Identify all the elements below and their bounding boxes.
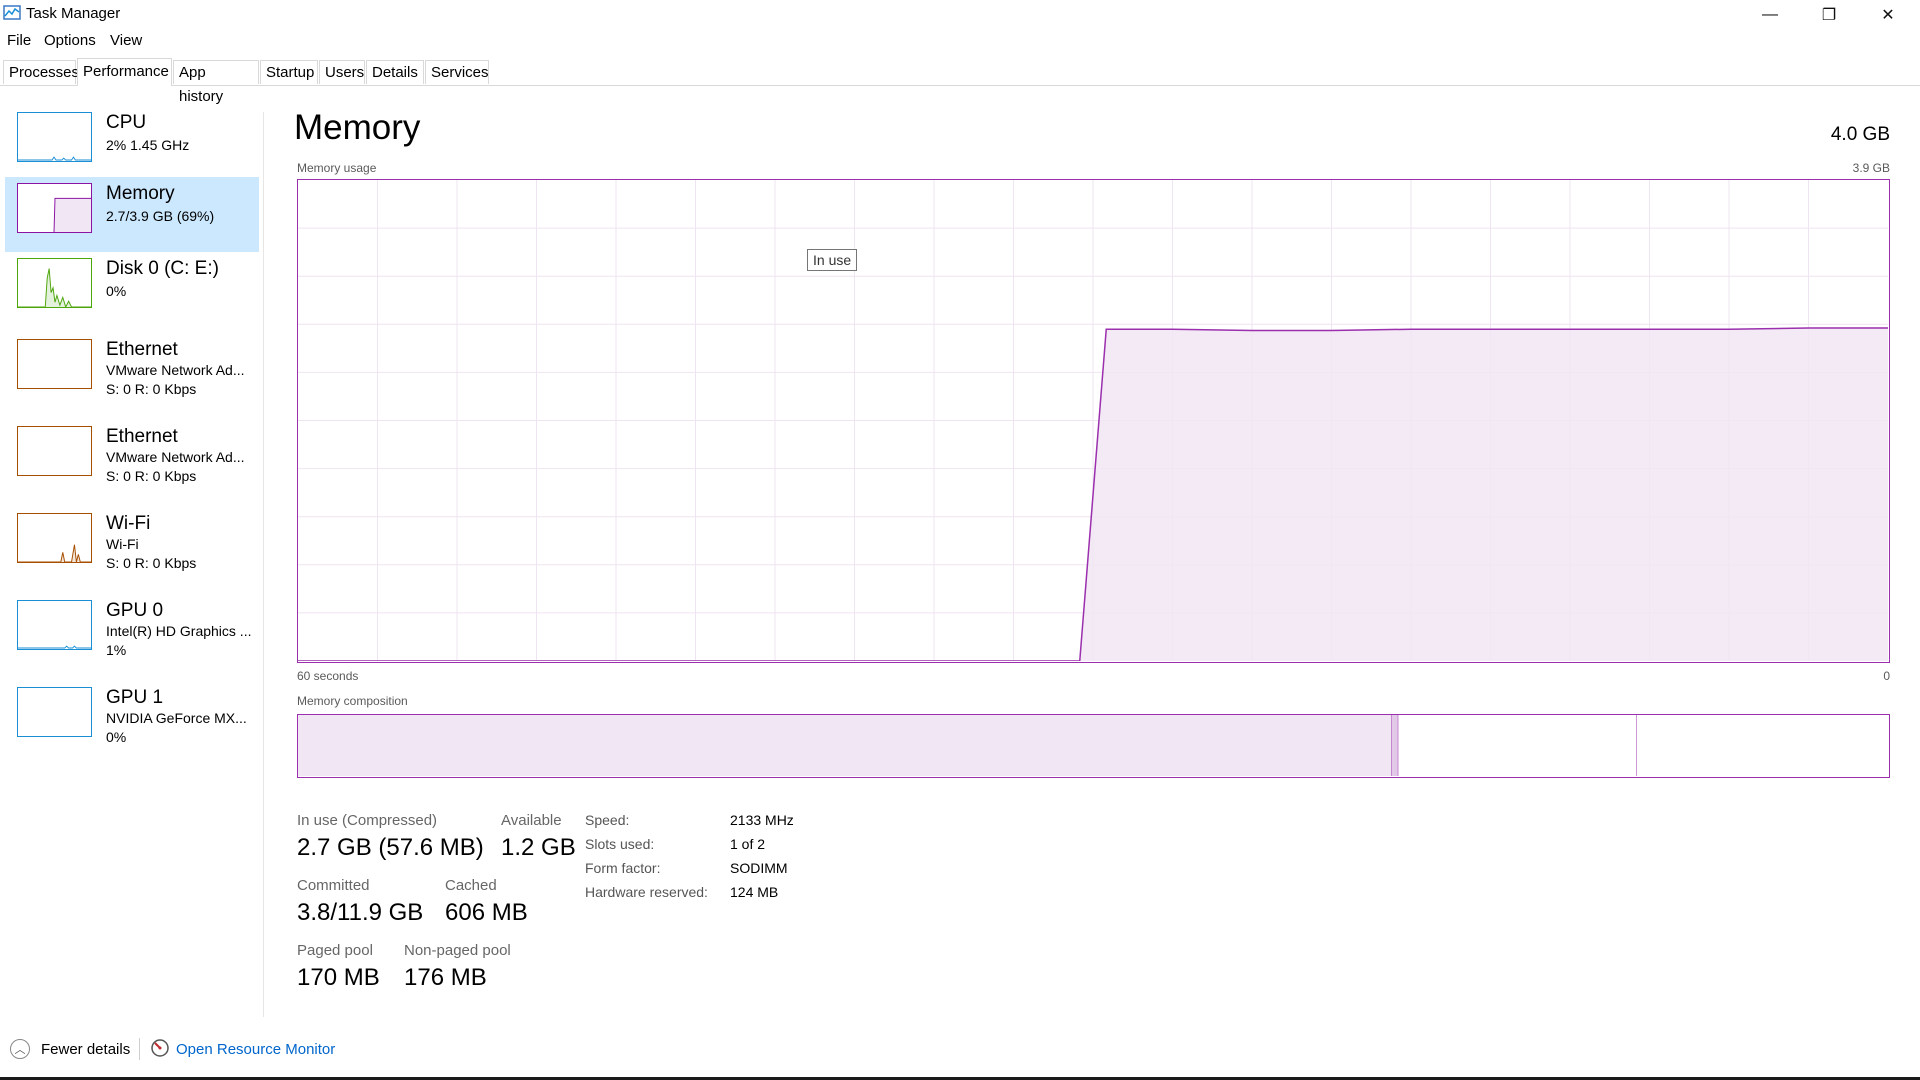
sidebar-item-wifi[interactable]: Wi-Fi Wi-Fi S: 0 R: 0 Kbps xyxy=(5,507,259,582)
sidebar-item-usage: 1% xyxy=(106,642,127,658)
speed-value: 2133 MHz xyxy=(730,812,794,828)
usage-graph-max: 3.9 GB xyxy=(1852,161,1890,175)
tab-performance[interactable]: Performance xyxy=(77,58,172,86)
menu-file[interactable]: File xyxy=(7,32,31,49)
composition-modified-segment xyxy=(1391,715,1399,776)
non-paged-pool-label: Non-paged pool xyxy=(404,942,511,959)
cpu-thumbnail xyxy=(17,112,92,162)
memory-usage-graph xyxy=(297,179,1890,663)
sidebar-item-detail: VMware Network Ad... xyxy=(106,362,245,378)
usage-graph-label: Memory usage xyxy=(297,161,377,175)
in-use-label: In use (Compressed) xyxy=(297,812,438,829)
sidebar-item-throughput: S: 0 R: 0 Kbps xyxy=(106,381,197,397)
tab-startup[interactable]: Startup xyxy=(260,60,318,84)
title-bar xyxy=(0,0,1920,30)
cached-value: 606 MB xyxy=(445,899,528,926)
composition-free-segment xyxy=(1636,715,1888,776)
sidebar-item-detail: VMware Network Ad... xyxy=(106,449,245,465)
paged-pool-value: 170 MB xyxy=(297,964,380,991)
time-axis-end-label: 0 xyxy=(1883,669,1890,683)
ethernet-thumbnail xyxy=(17,426,92,476)
tab-app-history[interactable]: App history xyxy=(173,60,259,105)
window-title: Task Manager xyxy=(26,5,121,22)
tab-details[interactable]: Details xyxy=(366,60,424,84)
sidebar-item-ethernet-2[interactable]: Ethernet VMware Network Ad... S: 0 R: 0 … xyxy=(5,420,259,495)
resource-monitor-icon[interactable] xyxy=(150,1038,170,1058)
menu-bar xyxy=(0,30,1920,54)
available-value: 1.2 GB xyxy=(501,834,576,861)
fewer-details-button[interactable]: Fewer details xyxy=(41,1041,130,1058)
memory-composition-bar xyxy=(297,714,1890,778)
composition-in-use-segment xyxy=(298,715,1392,776)
page-title: Memory xyxy=(294,108,421,147)
hardware-reserved-value: 124 MB xyxy=(730,884,779,900)
sidebar-item-detail: 0% xyxy=(106,283,127,299)
sidebar-item-disk[interactable]: Disk 0 (C: E:) 0% xyxy=(5,252,259,327)
sidebar-item-detail: 2.7/3.9 GB (69%) xyxy=(106,208,215,224)
disk-thumbnail xyxy=(17,258,92,308)
open-resource-monitor-link[interactable]: Open Resource Monitor xyxy=(176,1041,335,1058)
sidebar-item-usage: 0% xyxy=(106,729,127,745)
gpu-thumbnail xyxy=(17,687,92,737)
paged-pool-label: Paged pool xyxy=(297,942,373,959)
task-manager-icon xyxy=(3,5,21,20)
total-memory: 4.0 GB xyxy=(1830,124,1890,145)
sidebar-item-title: CPU xyxy=(106,112,147,133)
sidebar-item-detail: NVIDIA GeForce MX... xyxy=(106,710,247,726)
hardware-reserved-label: Hardware reserved: xyxy=(585,884,708,900)
non-paged-pool-value: 176 MB xyxy=(404,964,487,991)
sidebar-item-title: Wi-Fi xyxy=(106,513,151,534)
slots-used-label: Slots used: xyxy=(585,836,655,852)
sidebar-item-ethernet-1[interactable]: Ethernet VMware Network Ad... S: 0 R: 0 … xyxy=(5,333,259,408)
sidebar-item-title: Ethernet xyxy=(106,426,178,447)
sidebar-item-detail: Intel(R) HD Graphics ... xyxy=(106,623,252,639)
available-label: Available xyxy=(501,812,562,829)
sidebar-item-throughput: S: 0 R: 0 Kbps xyxy=(106,468,197,484)
minimize-button[interactable]: — xyxy=(1741,0,1799,30)
sidebar-item-title: GPU 0 xyxy=(106,600,164,621)
footer-separator xyxy=(139,1038,140,1060)
wifi-thumbnail xyxy=(17,513,92,563)
composition-standby-segment xyxy=(1398,715,1637,776)
committed-value: 3.8/11.9 GB xyxy=(297,899,424,926)
in-use-value: 2.7 GB (57.6 MB) xyxy=(297,834,484,861)
sidebar-divider xyxy=(263,112,264,1017)
tab-users[interactable]: Users xyxy=(319,60,365,84)
tab-processes[interactable]: Processes xyxy=(3,60,79,84)
menu-options[interactable]: Options xyxy=(44,32,96,49)
committed-label: Committed xyxy=(297,877,370,894)
form-factor-value: SODIMM xyxy=(730,860,788,876)
menu-view[interactable]: View xyxy=(110,32,142,49)
close-button[interactable]: ✕ xyxy=(1859,0,1917,30)
ethernet-thumbnail xyxy=(17,339,92,389)
gpu-thumbnail xyxy=(17,600,92,650)
restore-button[interactable]: ❐ xyxy=(1800,0,1858,30)
sidebar-item-title: Disk 0 (C: E:) xyxy=(106,258,219,279)
slots-used-value: 1 of 2 xyxy=(730,836,766,852)
composition-label: Memory composition xyxy=(297,694,408,708)
time-axis-start-label: 60 seconds xyxy=(297,669,359,683)
sidebar-item-gpu-0[interactable]: GPU 0 Intel(R) HD Graphics ... 1% xyxy=(5,594,259,669)
form-factor-label: Form factor: xyxy=(585,860,661,876)
tab-services[interactable]: Services xyxy=(425,60,489,84)
chevron-up-icon[interactable]: ︿ xyxy=(10,1039,30,1059)
sidebar-item-title: Memory xyxy=(106,183,175,204)
sidebar-item-title: GPU 1 xyxy=(106,687,164,708)
sidebar-item-memory[interactable]: Memory 2.7/3.9 GB (69%) xyxy=(5,177,259,252)
speed-label: Speed: xyxy=(585,812,630,828)
sidebar-item-detail: Wi-Fi xyxy=(106,536,139,552)
memory-thumbnail xyxy=(17,183,92,233)
cached-label: Cached xyxy=(445,877,497,894)
memory-composition-chart xyxy=(298,715,1888,776)
sidebar-item-cpu[interactable]: CPU 2% 1.45 GHz xyxy=(5,106,259,181)
in-use-tooltip: In use xyxy=(807,249,858,271)
memory-usage-chart xyxy=(298,180,1888,661)
sidebar-item-detail: 2% 1.45 GHz xyxy=(106,137,190,153)
sidebar-item-throughput: S: 0 R: 0 Kbps xyxy=(106,555,197,571)
sidebar-item-gpu-1[interactable]: GPU 1 NVIDIA GeForce MX... 0% xyxy=(5,681,259,756)
sidebar-item-title: Ethernet xyxy=(106,339,178,360)
